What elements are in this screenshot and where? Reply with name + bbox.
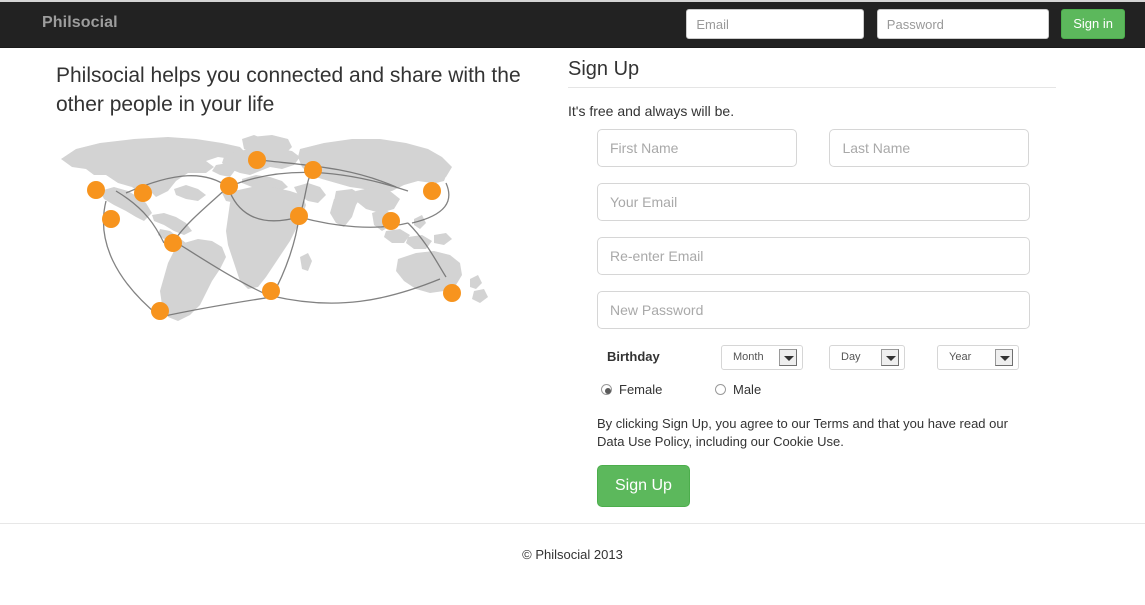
gender-male-option[interactable]: Male — [715, 382, 761, 398]
signin-email-input[interactable] — [686, 9, 865, 39]
signup-submit-button[interactable]: Sign Up — [597, 465, 690, 507]
radio-selected-icon — [601, 384, 612, 395]
brand-logo[interactable]: Philsocial — [42, 13, 118, 33]
signin-button[interactable]: Sign in — [1061, 9, 1125, 39]
chevron-down-icon — [995, 349, 1013, 366]
chevron-down-icon — [881, 349, 899, 366]
gender-row: Female Male — [597, 382, 1030, 404]
birthday-year-select[interactable]: Year — [937, 345, 1019, 370]
navbar-top-edge — [0, 0, 1145, 2]
terms-text: By clicking Sign Up, you agree to our Te… — [597, 416, 1008, 449]
signin-form: Sign in — [686, 9, 1125, 39]
last-name-input[interactable] — [829, 129, 1030, 167]
signup-subtitle: It's free and always will be. — [568, 103, 735, 119]
new-password-input[interactable] — [597, 291, 1030, 329]
birthday-day-select[interactable]: Day — [829, 345, 905, 370]
top-navbar: Philsocial Sign in — [0, 0, 1145, 48]
first-name-input[interactable] — [597, 129, 797, 167]
birthday-day-value: Day — [841, 351, 861, 363]
reenter-email-input[interactable] — [597, 237, 1030, 275]
birthday-row: Birthday Month Day Year — [597, 345, 1030, 373]
birthday-month-select[interactable]: Month — [721, 345, 803, 370]
birthday-label: Birthday — [607, 349, 660, 364]
gender-male-label: Male — [733, 382, 762, 397]
email-input[interactable] — [597, 183, 1030, 221]
hero-headline: Philsocial helps you connected and share… — [56, 64, 521, 116]
signup-form: Birthday Month Day Year Female Male By — [597, 129, 1030, 507]
gender-female-label: Female — [619, 382, 663, 397]
footer-divider — [0, 523, 1145, 524]
birthday-year-value: Year — [949, 351, 972, 363]
chevron-down-icon — [779, 349, 797, 366]
gender-female-option[interactable]: Female — [601, 382, 662, 398]
footer-copyright: © Philsocial 2013 — [522, 547, 623, 562]
signup-title: Sign Up — [568, 58, 640, 80]
signin-password-input[interactable] — [876, 9, 1049, 39]
signup-title-divider — [568, 87, 1056, 88]
name-row — [597, 129, 1030, 167]
world-map-illustration — [56, 131, 496, 346]
birthday-month-value: Month — [733, 351, 764, 363]
radio-unselected-icon — [715, 384, 726, 395]
